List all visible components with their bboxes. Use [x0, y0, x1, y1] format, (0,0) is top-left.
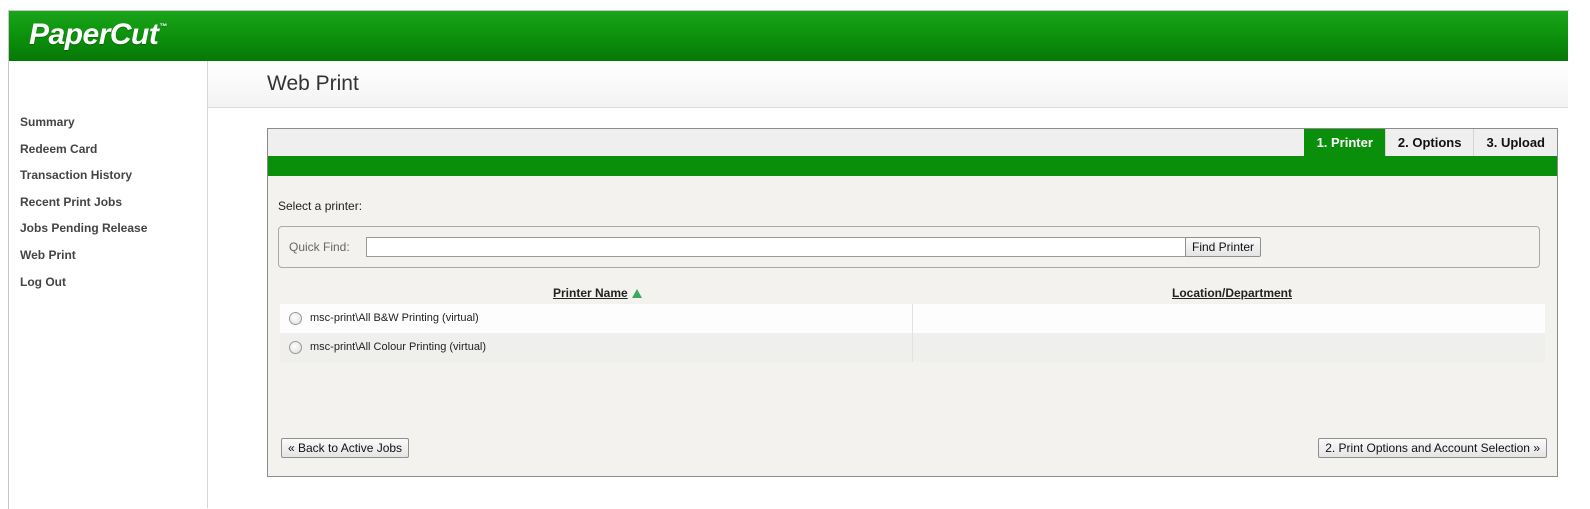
tab-upload[interactable]: 3. Upload	[1473, 129, 1557, 156]
sidebar-item-summary[interactable]: Summary	[20, 115, 147, 142]
column-header-printer-name[interactable]: Printer Name	[553, 286, 642, 300]
sidebar: Summary Redeem Card Transaction History …	[9, 61, 208, 508]
quick-find-label: Quick Find:	[289, 240, 350, 254]
web-print-wizard: 1. Printer 2. Options 3. Upload Select a…	[267, 128, 1558, 477]
tab-printer[interactable]: 1. Printer	[1303, 129, 1385, 156]
sort-ascending-icon	[631, 289, 642, 298]
back-to-active-jobs-button[interactable]: « Back to Active Jobs	[281, 438, 410, 458]
sidebar-item-log-out[interactable]: Log Out	[20, 275, 147, 302]
wizard-green-bar	[268, 156, 1557, 176]
print-options-next-button[interactable]: 2. Print Options and Account Selection »	[1318, 438, 1547, 458]
header-bar: PaperCut™	[9, 11, 1568, 61]
logo-text: PaperCut	[29, 18, 159, 51]
printer-table: Printer Name Location/Department msc-pri…	[280, 280, 1545, 362]
find-printer-button[interactable]: Find Printer	[1185, 237, 1262, 257]
quick-find-box: Quick Find: Find Printer	[278, 226, 1540, 268]
printer-name-cell: msc-print\All Colour Printing (virtual)	[280, 333, 913, 362]
table-row[interactable]: msc-print\All B&W Printing (virtual)	[280, 304, 1545, 333]
printer-name-cell: msc-print\All B&W Printing (virtual)	[280, 304, 913, 333]
location-cell	[913, 304, 1545, 333]
page-title: Web Print	[267, 72, 359, 95]
papercut-logo[interactable]: PaperCut™	[29, 18, 167, 52]
page-title-bar: Web Print	[208, 61, 1568, 108]
wizard-tabs: 1. Printer 2. Options 3. Upload	[1303, 129, 1557, 156]
wizard-tabstrip: 1. Printer 2. Options 3. Upload	[268, 129, 1557, 156]
sidebar-item-jobs-pending-release[interactable]: Jobs Pending Release	[20, 221, 147, 248]
printer-radio[interactable]	[289, 312, 302, 325]
table-header: Printer Name Location/Department	[280, 280, 1545, 304]
sidebar-item-web-print[interactable]: Web Print	[20, 248, 147, 275]
printer-name: msc-print\All B&W Printing (virtual)	[310, 312, 479, 324]
column-header-printer-name-label: Printer Name	[553, 286, 628, 300]
printer-radio[interactable]	[289, 341, 302, 354]
tab-options[interactable]: 2. Options	[1384, 129, 1474, 156]
table-row[interactable]: msc-print\All Colour Printing (virtual)	[280, 333, 1545, 362]
sidebar-item-transaction-history[interactable]: Transaction History	[20, 168, 147, 195]
quick-find-input[interactable]	[366, 237, 1188, 257]
printer-name: msc-print\All Colour Printing (virtual)	[310, 341, 487, 353]
sidebar-nav: Summary Redeem Card Transaction History …	[20, 115, 147, 301]
logo-trademark: ™	[159, 22, 167, 31]
select-printer-label: Select a printer:	[278, 199, 363, 213]
column-header-location[interactable]: Location/Department	[1172, 286, 1292, 300]
sidebar-item-recent-print-jobs[interactable]: Recent Print Jobs	[20, 195, 147, 222]
location-cell	[913, 333, 1545, 362]
sidebar-item-redeem-card[interactable]: Redeem Card	[20, 142, 147, 169]
